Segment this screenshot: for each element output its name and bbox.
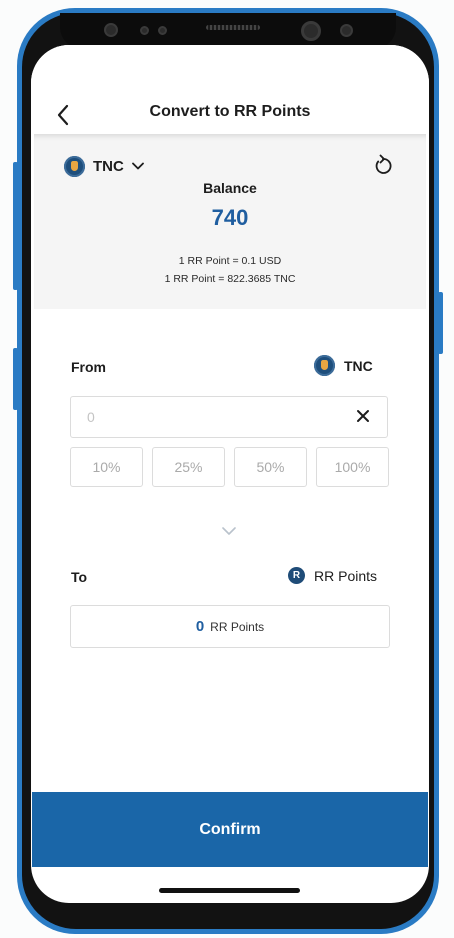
confirm-button[interactable]: Confirm [32,792,428,867]
rr-points-icon [288,567,305,584]
front-camera-icon [301,21,321,41]
token-selector[interactable]: TNC [64,155,144,177]
to-label: To [71,569,88,585]
sensor-dot-icon [140,26,149,35]
rate-usd-text: 1 RR Point = 0.1 USD [178,255,282,267]
sensor-dot-icon [340,24,353,37]
balance-value: 740 [211,205,249,230]
from-label: From [71,359,106,375]
to-amount-unit: RR Points [210,619,265,634]
percent-100-button[interactable]: 100% [316,447,389,487]
sensor-dot-icon [158,26,167,35]
to-amount-box: 0 RR Points [70,605,390,648]
percent-options: 10% 25% 50% 100% [70,447,390,487]
side-button-left-upper [13,162,18,290]
page-title: Convert to RR Points [149,103,311,120]
from-asset-label: TNC [344,357,373,374]
percent-50-button[interactable]: 50% [234,447,307,487]
notch [60,13,396,49]
to-asset-tag: RR Points [288,567,377,584]
token-label: TNC [93,157,124,175]
refresh-icon[interactable] [373,154,393,176]
from-asset-tag: TNC [314,355,373,376]
speaker-grille [206,25,260,30]
balance-label: Balance [203,180,257,196]
app-screen: Convert to RR Points TNC Balance 740 1 R… [31,45,429,903]
camera-lens-icon [104,23,118,37]
chevron-down-icon [131,162,144,170]
chevron-down-icon [222,527,236,535]
side-button-left-lower [13,348,18,410]
percent-25-button[interactable]: 25% [152,447,225,487]
tnc-coin-icon [64,155,85,177]
to-asset-label: RR Points [314,567,378,584]
home-indicator[interactable] [159,888,300,893]
percent-10-button[interactable]: 10% [70,447,143,487]
rate-tnc-text: 1 RR Point = 822.3685 TNC [164,273,296,285]
close-icon[interactable] [356,409,370,423]
to-amount-value: 0 [195,618,205,635]
amount-input[interactable] [70,396,388,438]
side-button-right [438,292,443,354]
tnc-coin-icon [314,355,335,376]
